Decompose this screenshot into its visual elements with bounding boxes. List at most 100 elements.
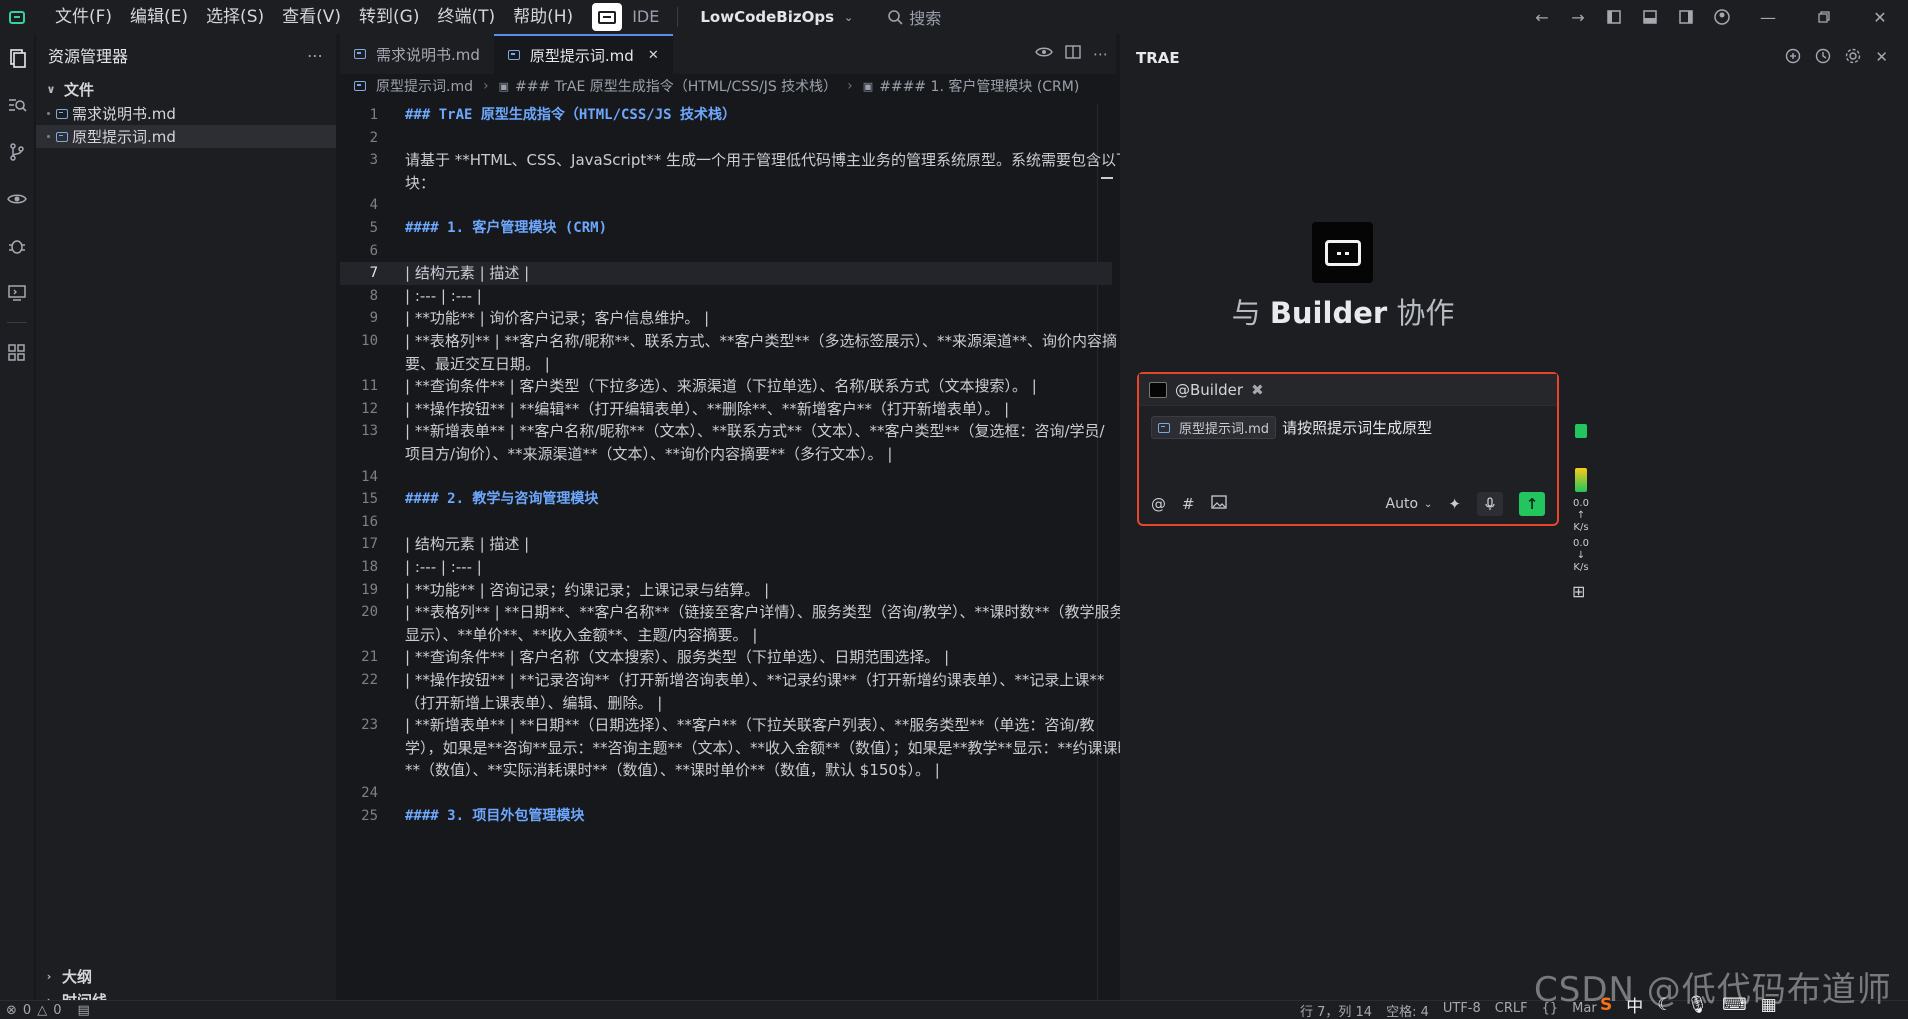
file-item-requirements[interactable]: 需求说明书.md [36, 102, 336, 125]
outline-section[interactable]: › 大纲 [36, 964, 336, 988]
chat-composer[interactable]: @Builder ✖ 原型提示词.md 请按照提示词生成原型 @ # Auto … [1137, 372, 1559, 526]
toggle-bottom-panel-icon[interactable] [1632, 0, 1668, 34]
code-line[interactable]: 7 | 结构元素 | 描述 | [340, 262, 1112, 285]
attachment-chip[interactable]: 原型提示词.md [1151, 416, 1277, 439]
menu-file[interactable]: 文件(F) [46, 0, 121, 34]
code-line[interactable]: 13 | **新增表单** | **客户名称/昵称**（文本）、**联系方式**（… [340, 420, 1112, 443]
breadcrumb-heading-2[interactable]: #### 1. 客户管理模块 (CRM) [879, 76, 1079, 96]
more-icon[interactable]: ⋯ [307, 46, 324, 65]
menu-help[interactable]: 帮助(H) [504, 0, 582, 34]
model-selector[interactable]: Auto ⌄ [1386, 496, 1433, 512]
menu-goto[interactable]: 转到(G) [350, 0, 428, 34]
code-line[interactable]: 要、最近交互日期。 | [340, 353, 1112, 376]
remote-monitor-icon[interactable] [0, 269, 34, 316]
apps-grid-icon[interactable]: ▦ [1761, 995, 1777, 1015]
screenshot-crop-icon[interactable]: ⊞ [1572, 582, 1585, 601]
account-icon[interactable] [1704, 0, 1740, 34]
code-line[interactable]: 18 | :--- | :--- | [340, 556, 1112, 579]
code-line[interactable]: 14 [340, 466, 1112, 489]
menu-selection[interactable]: 选择(S) [197, 0, 273, 34]
breadcrumb-file[interactable]: 原型提示词.md [376, 76, 473, 96]
code-line[interactable]: （打开新增上课表单）、编辑、删除。 | [340, 692, 1112, 715]
code-line[interactable]: 12 | **操作按钮** | **编辑**（打开编辑表单）、**删除**、**新… [340, 398, 1112, 421]
cursor-position[interactable]: 行 7，列 14 [1300, 1001, 1372, 1019]
code-line[interactable]: 6 [340, 240, 1112, 263]
code-line[interactable]: 11 | **查询条件** | 客户类型（下拉多选）、来源渠道（下拉单选）、名称/… [340, 375, 1112, 398]
keyboard-icon[interactable]: ⌨ [1722, 995, 1747, 1015]
back-arrow-icon[interactable]: ← [1524, 0, 1560, 34]
tab-prompt[interactable]: 原型提示词.md ✕ [493, 34, 673, 74]
code-line[interactable]: **（数值）、**实际消耗课时**（数值）、**课时单价**（数值，默认 $15… [340, 759, 1112, 782]
microphone-icon[interactable]: 🎙 [1687, 995, 1709, 1015]
toggle-left-panel-icon[interactable] [1596, 0, 1632, 34]
microphone-button[interactable] [1477, 492, 1503, 516]
code-line[interactable]: 3 请基于 **HTML、CSS、JavaScript** 生成一个用于管理低代码… [340, 149, 1146, 172]
search-icon[interactable] [0, 81, 34, 128]
code-line[interactable]: 17 | 结构元素 | 描述 | [340, 533, 1112, 556]
ide-mode-toggle[interactable]: IDE [632, 7, 679, 27]
settings-gear-icon[interactable] [1845, 48, 1861, 68]
command-search[interactable]: 搜索 [887, 5, 941, 29]
terminal-icon[interactable]: ▤ [77, 1003, 89, 1018]
hash-context-icon[interactable]: # [1182, 495, 1195, 513]
tab-requirements[interactable]: 需求说明书.md [340, 34, 494, 74]
ime-logo-icon[interactable]: S [1600, 995, 1612, 1015]
breadcrumb-heading-1[interactable]: ### TrAE 原型生成指令（HTML/CSS/JS 技术栈） [515, 76, 837, 96]
image-upload-icon[interactable] [1210, 495, 1227, 513]
project-switcher[interactable]: LowCodeBizOps ⌄ [700, 8, 853, 26]
sparkle-enhance-icon[interactable]: ✦ [1448, 495, 1461, 513]
code-line[interactable]: 5 #### 1. 客户管理模块 (CRM) [340, 217, 1112, 240]
preview-eye-icon[interactable] [1035, 45, 1053, 63]
code-line[interactable]: 2 [340, 127, 1112, 150]
indentation[interactable]: 空格: 4 [1386, 1001, 1429, 1019]
code-line[interactable]: 项目方/询价）、**来源渠道**（文本）、**询价内容摘要**（多行文本）。 | [340, 443, 1112, 466]
encoding[interactable]: UTF-8 [1443, 1001, 1481, 1019]
extensions-icon[interactable] [0, 329, 34, 376]
debug-icon[interactable] [0, 222, 34, 269]
problems-indicator[interactable]: ⊗ 0 △ 0 ▤ [0, 1003, 90, 1018]
close-icon[interactable]: ✕ [648, 48, 659, 63]
code-line[interactable]: 4 [340, 194, 1112, 217]
code-line[interactable]: 15 #### 2. 教学与咨询管理模块 [340, 488, 1112, 511]
builder-mode-icon[interactable] [592, 3, 623, 31]
toggle-right-panel-icon[interactable] [1668, 0, 1704, 34]
agent-selector[interactable]: @Builder ✖ [1139, 374, 1557, 406]
code-line[interactable]: 21 | **查询条件** | 客户名称（文本搜索）、服务类型（下拉单选）、日期范… [340, 646, 1112, 669]
menu-view[interactable]: 查看(V) [273, 0, 350, 34]
code-line[interactable]: 9 | **功能** | 询价客户记录；客户信息维护。 | [340, 307, 1112, 330]
code-line[interactable]: 19 | **功能** | 咨询记录；约课记录；上课记录与结算。 | [340, 579, 1112, 602]
restore-icon[interactable] [1796, 0, 1852, 34]
code-line[interactable]: 块： [340, 172, 1112, 195]
more-icon[interactable]: ⋯ [1093, 45, 1108, 63]
new-chat-icon[interactable] [1785, 48, 1801, 68]
code-line[interactable]: 8 | :--- | :--- | [340, 285, 1112, 308]
send-button[interactable]: ↑ [1519, 492, 1545, 516]
explorer-icon[interactable] [0, 34, 34, 81]
close-icon[interactable]: ✕ [1875, 48, 1888, 68]
source-control-icon[interactable] [0, 128, 34, 175]
ime-language[interactable]: 中 [1626, 992, 1643, 1017]
history-icon[interactable] [1815, 48, 1831, 68]
code-line[interactable]: 24 [340, 782, 1112, 805]
code-line[interactable]: 1 ### TrAE 原型生成指令（HTML/CSS/JS 技术栈） [340, 104, 1112, 127]
code-line[interactable]: 显示）、**单价**、**收入金额**、主题/内容摘要。 | [340, 624, 1112, 647]
close-icon[interactable]: ✕ [1852, 0, 1908, 34]
minimize-icon[interactable]: — [1740, 0, 1796, 34]
line-ending[interactable]: CRLF [1495, 1001, 1528, 1019]
forward-arrow-icon[interactable]: → [1560, 0, 1596, 34]
code-line[interactable]: 25 #### 3. 项目外包管理模块 [340, 805, 1112, 828]
preview-eye-icon[interactable] [0, 175, 34, 222]
mention-at-icon[interactable]: @ [1151, 495, 1166, 513]
code-line[interactable]: 22 | **操作按钮** | **记录咨询**（打开新增咨询表单）、**记录约课… [340, 669, 1112, 692]
folder-root[interactable]: ∨ 文件 [36, 76, 336, 102]
code-line[interactable]: 20 | **表格列** | **日期**、**客户名称**（链接至客户详情）、服… [340, 601, 1124, 624]
code-line[interactable]: 10 | **表格列** | **客户名称/昵称**、联系方式、**客户类型**（… [340, 330, 1117, 353]
file-item-prompt[interactable]: 原型提示词.md [36, 125, 336, 148]
moon-icon[interactable]: ☾ [1657, 995, 1672, 1015]
split-editor-icon[interactable] [1065, 45, 1081, 63]
chat-input[interactable]: 原型提示词.md 请按照提示词生成原型 [1139, 406, 1557, 449]
menu-terminal[interactable]: 终端(T) [428, 0, 504, 34]
code-line[interactable]: 16 [340, 511, 1112, 534]
menu-edit[interactable]: 编辑(E) [121, 0, 197, 34]
code-line[interactable]: 学），如果是**咨询**显示：**咨询主题**（文本）、**收入金额**（数值）… [340, 737, 1133, 760]
